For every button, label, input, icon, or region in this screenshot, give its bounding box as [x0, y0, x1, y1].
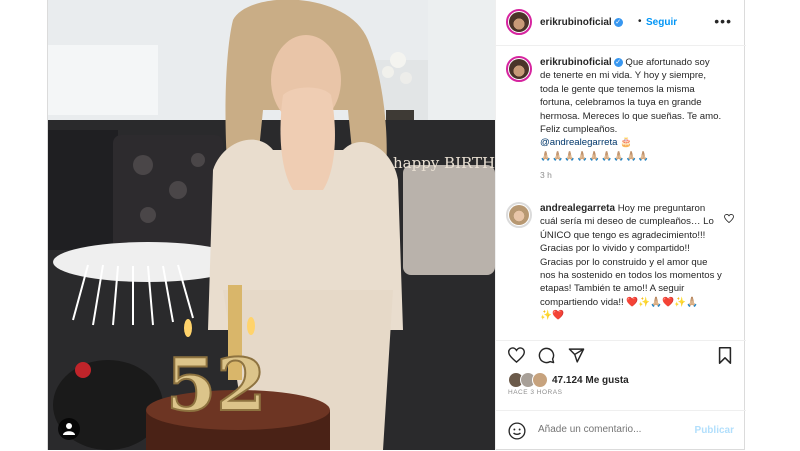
instagram-post: happy BIRTHDAY [47, 0, 746, 450]
save-bookmark-icon[interactable] [718, 347, 732, 364]
comment-icon[interactable] [538, 347, 555, 364]
post-sidebar: erikrubinoficial ✓ • Seguir ••• erikrubin… [495, 0, 746, 450]
reply-body: andrealegarreta Hoy me preguntaron cuál … [540, 202, 722, 323]
post-header: erikrubinoficial ✓ • Seguir ••• [496, 0, 746, 46]
caption-text: Que afortunado soy de tenerte en mi vida… [540, 57, 722, 136]
add-comment-bar: Publicar [496, 410, 746, 451]
post-time-ago: HACE 3 HORAS [508, 389, 563, 396]
birthday-photo-illustration: happy BIRTHDAY [48, 0, 495, 450]
author-username[interactable]: erikrubinoficial ✓ [540, 17, 623, 28]
reply-emoji-tail: ❤️✨🙏🏼❤️✨🙏🏼 [626, 296, 699, 308]
reply-text: Hoy me preguntaron cuál sería mi deseo d… [540, 203, 722, 308]
caption-mention[interactable]: @andrealegarreta [540, 137, 617, 148]
likes-count[interactable]: 47.124 Me gusta [552, 375, 629, 386]
more-options-icon[interactable]: ••• [714, 13, 732, 29]
banner-text: happy BIRTHDAY [393, 154, 495, 172]
caption-time: 3 h [540, 170, 552, 181]
like-comment-heart-icon[interactable] [724, 214, 734, 223]
liker-avatar [532, 372, 548, 388]
caption-body: erikrubinoficial ✓ Que afortunado soy de … [540, 56, 722, 183]
comment-input[interactable] [538, 424, 688, 435]
post-actions [496, 340, 746, 371]
cake-emoji: 🎂 [620, 137, 633, 149]
publish-button[interactable]: Publicar [695, 425, 734, 436]
verified-badge-icon: ✓ [613, 17, 623, 27]
reply-username[interactable]: andrealegarreta [540, 203, 615, 214]
caption-avatar[interactable] [506, 56, 532, 82]
candle-number: 52 [166, 342, 266, 427]
emoji-smile-icon[interactable] [508, 422, 526, 440]
comments-list[interactable]: erikrubinoficial ✓ Que afortunado soy de … [496, 46, 746, 336]
reply-emoji-tail-2: ✨❤️ [540, 310, 564, 322]
caption-emoji-row: 🙏🏼🙏🏼🙏🏼🙏🏼🙏🏼🙏🏼🙏🏼🙏🏼🙏🏼 [540, 150, 650, 161]
like-heart-icon[interactable] [508, 347, 525, 363]
follow-button[interactable]: Seguir [646, 17, 677, 28]
verified-badge-icon: ✓ [613, 57, 623, 67]
post-photo[interactable]: happy BIRTHDAY [48, 0, 495, 450]
likes-summary[interactable]: 47.124 Me gusta [508, 372, 629, 388]
share-send-icon[interactable] [568, 347, 585, 364]
tagged-user-icon[interactable] [58, 418, 80, 440]
header-separator: • [638, 16, 642, 27]
reply-avatar[interactable] [506, 202, 532, 228]
author-avatar[interactable] [506, 9, 532, 35]
caption-username[interactable]: erikrubinoficial ✓ [540, 57, 623, 68]
